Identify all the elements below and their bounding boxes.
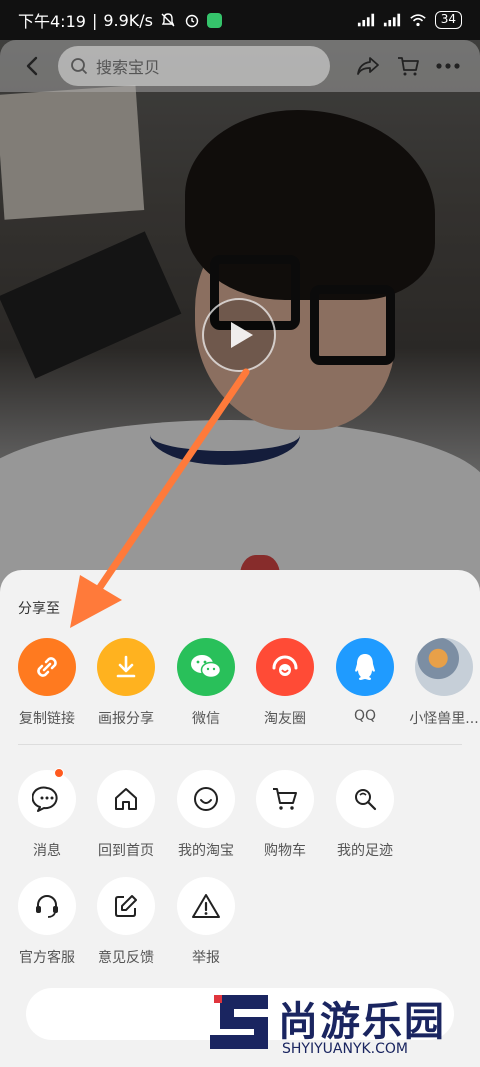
headset-icon	[18, 877, 76, 935]
qq-icon	[336, 638, 394, 696]
product-video-cover[interactable]	[0, 40, 480, 600]
action-customer-service[interactable]: 官方客服	[7, 877, 87, 967]
action-label: 我的足迹	[337, 843, 393, 859]
share-copy-link[interactable]: 复制链接	[7, 638, 87, 728]
battery-indicator: 34	[434, 11, 462, 29]
share-poster[interactable]: 画报分享	[86, 638, 166, 728]
network-speed: 9.9K/s	[103, 10, 153, 30]
cart-icon	[256, 770, 314, 828]
divider	[18, 744, 462, 745]
search-icon	[71, 58, 88, 75]
action-label: 购物车	[264, 843, 306, 859]
action-label: 官方客服	[19, 950, 75, 966]
link-icon	[18, 638, 76, 696]
top-nav: 搜索宝贝	[0, 40, 480, 92]
share-label: QQ	[353, 708, 377, 724]
warning-icon	[177, 877, 235, 935]
smile-icon	[177, 770, 235, 828]
action-message[interactable]: 消息	[7, 768, 87, 860]
action-label: 意见反馈	[98, 950, 154, 966]
action-label: 举报	[192, 950, 220, 966]
status-separator: |	[91, 10, 98, 30]
cart-icon[interactable]	[394, 52, 422, 80]
home-icon	[97, 770, 155, 828]
watermark-s-logo	[210, 995, 268, 1049]
more-icon[interactable]	[434, 52, 462, 80]
action-cart[interactable]: 购物车	[245, 770, 325, 860]
status-bar: 下午4:19 | 9.9K/s 34	[0, 0, 480, 40]
back-icon[interactable]	[18, 52, 46, 80]
watermark-title: 尚游乐园	[278, 999, 446, 1045]
share-label: 淘友圈	[264, 711, 306, 727]
signal-icon	[357, 11, 375, 29]
status-time: 下午4:19	[18, 12, 86, 31]
share-label: 画报分享	[98, 711, 154, 727]
search-input[interactable]: 搜索宝贝	[58, 46, 330, 86]
taoyouquan-icon	[256, 638, 314, 696]
share-qq[interactable]: QQ	[325, 638, 405, 724]
notification-badge	[54, 768, 64, 778]
play-icon	[231, 322, 253, 348]
footprint-icon	[336, 770, 394, 828]
mute-icon	[159, 11, 177, 29]
share-contact[interactable]: 小怪兽里...	[404, 638, 480, 728]
share-taoyouquan[interactable]: 淘友圈	[245, 638, 325, 728]
action-label: 消息	[33, 843, 61, 859]
search-placeholder: 搜索宝贝	[96, 58, 161, 77]
action-my-taobao[interactable]: 我的淘宝	[166, 770, 246, 860]
share-label: 小怪兽里...	[409, 711, 479, 727]
share-label: 微信	[192, 711, 220, 727]
wechat-icon	[177, 638, 235, 696]
play-button[interactable]	[202, 298, 276, 372]
share-sheet-title: 分享至	[18, 601, 60, 617]
share-wechat[interactable]: 微信	[166, 638, 246, 728]
message-icon	[18, 768, 76, 828]
watermark-subtitle: SHYIYUANYK.COM	[282, 1041, 408, 1057]
wifi-icon	[409, 11, 427, 29]
action-footprint[interactable]: 我的足迹	[325, 770, 405, 860]
action-label: 回到首页	[98, 843, 154, 859]
action-feedback[interactable]: 意见反馈	[86, 877, 166, 967]
action-home[interactable]: 回到首页	[86, 770, 166, 860]
avatar	[415, 638, 473, 696]
download-icon	[97, 638, 155, 696]
share-label: 复制链接	[19, 711, 75, 727]
share-targets-row: 复制链接 画报分享 微信 淘友圈 QQ 小怪兽里...	[0, 638, 480, 738]
alarm-icon	[183, 11, 201, 29]
action-label: 我的淘宝	[178, 843, 234, 859]
signal-icon-2	[383, 11, 401, 29]
edit-icon	[97, 877, 155, 935]
action-report[interactable]: 举报	[166, 877, 246, 967]
app-notification-icon	[207, 12, 222, 28]
share-icon[interactable]	[354, 52, 382, 80]
watermark-logo: 尚游乐园 SHYIYUANYK.COM	[200, 985, 480, 1067]
